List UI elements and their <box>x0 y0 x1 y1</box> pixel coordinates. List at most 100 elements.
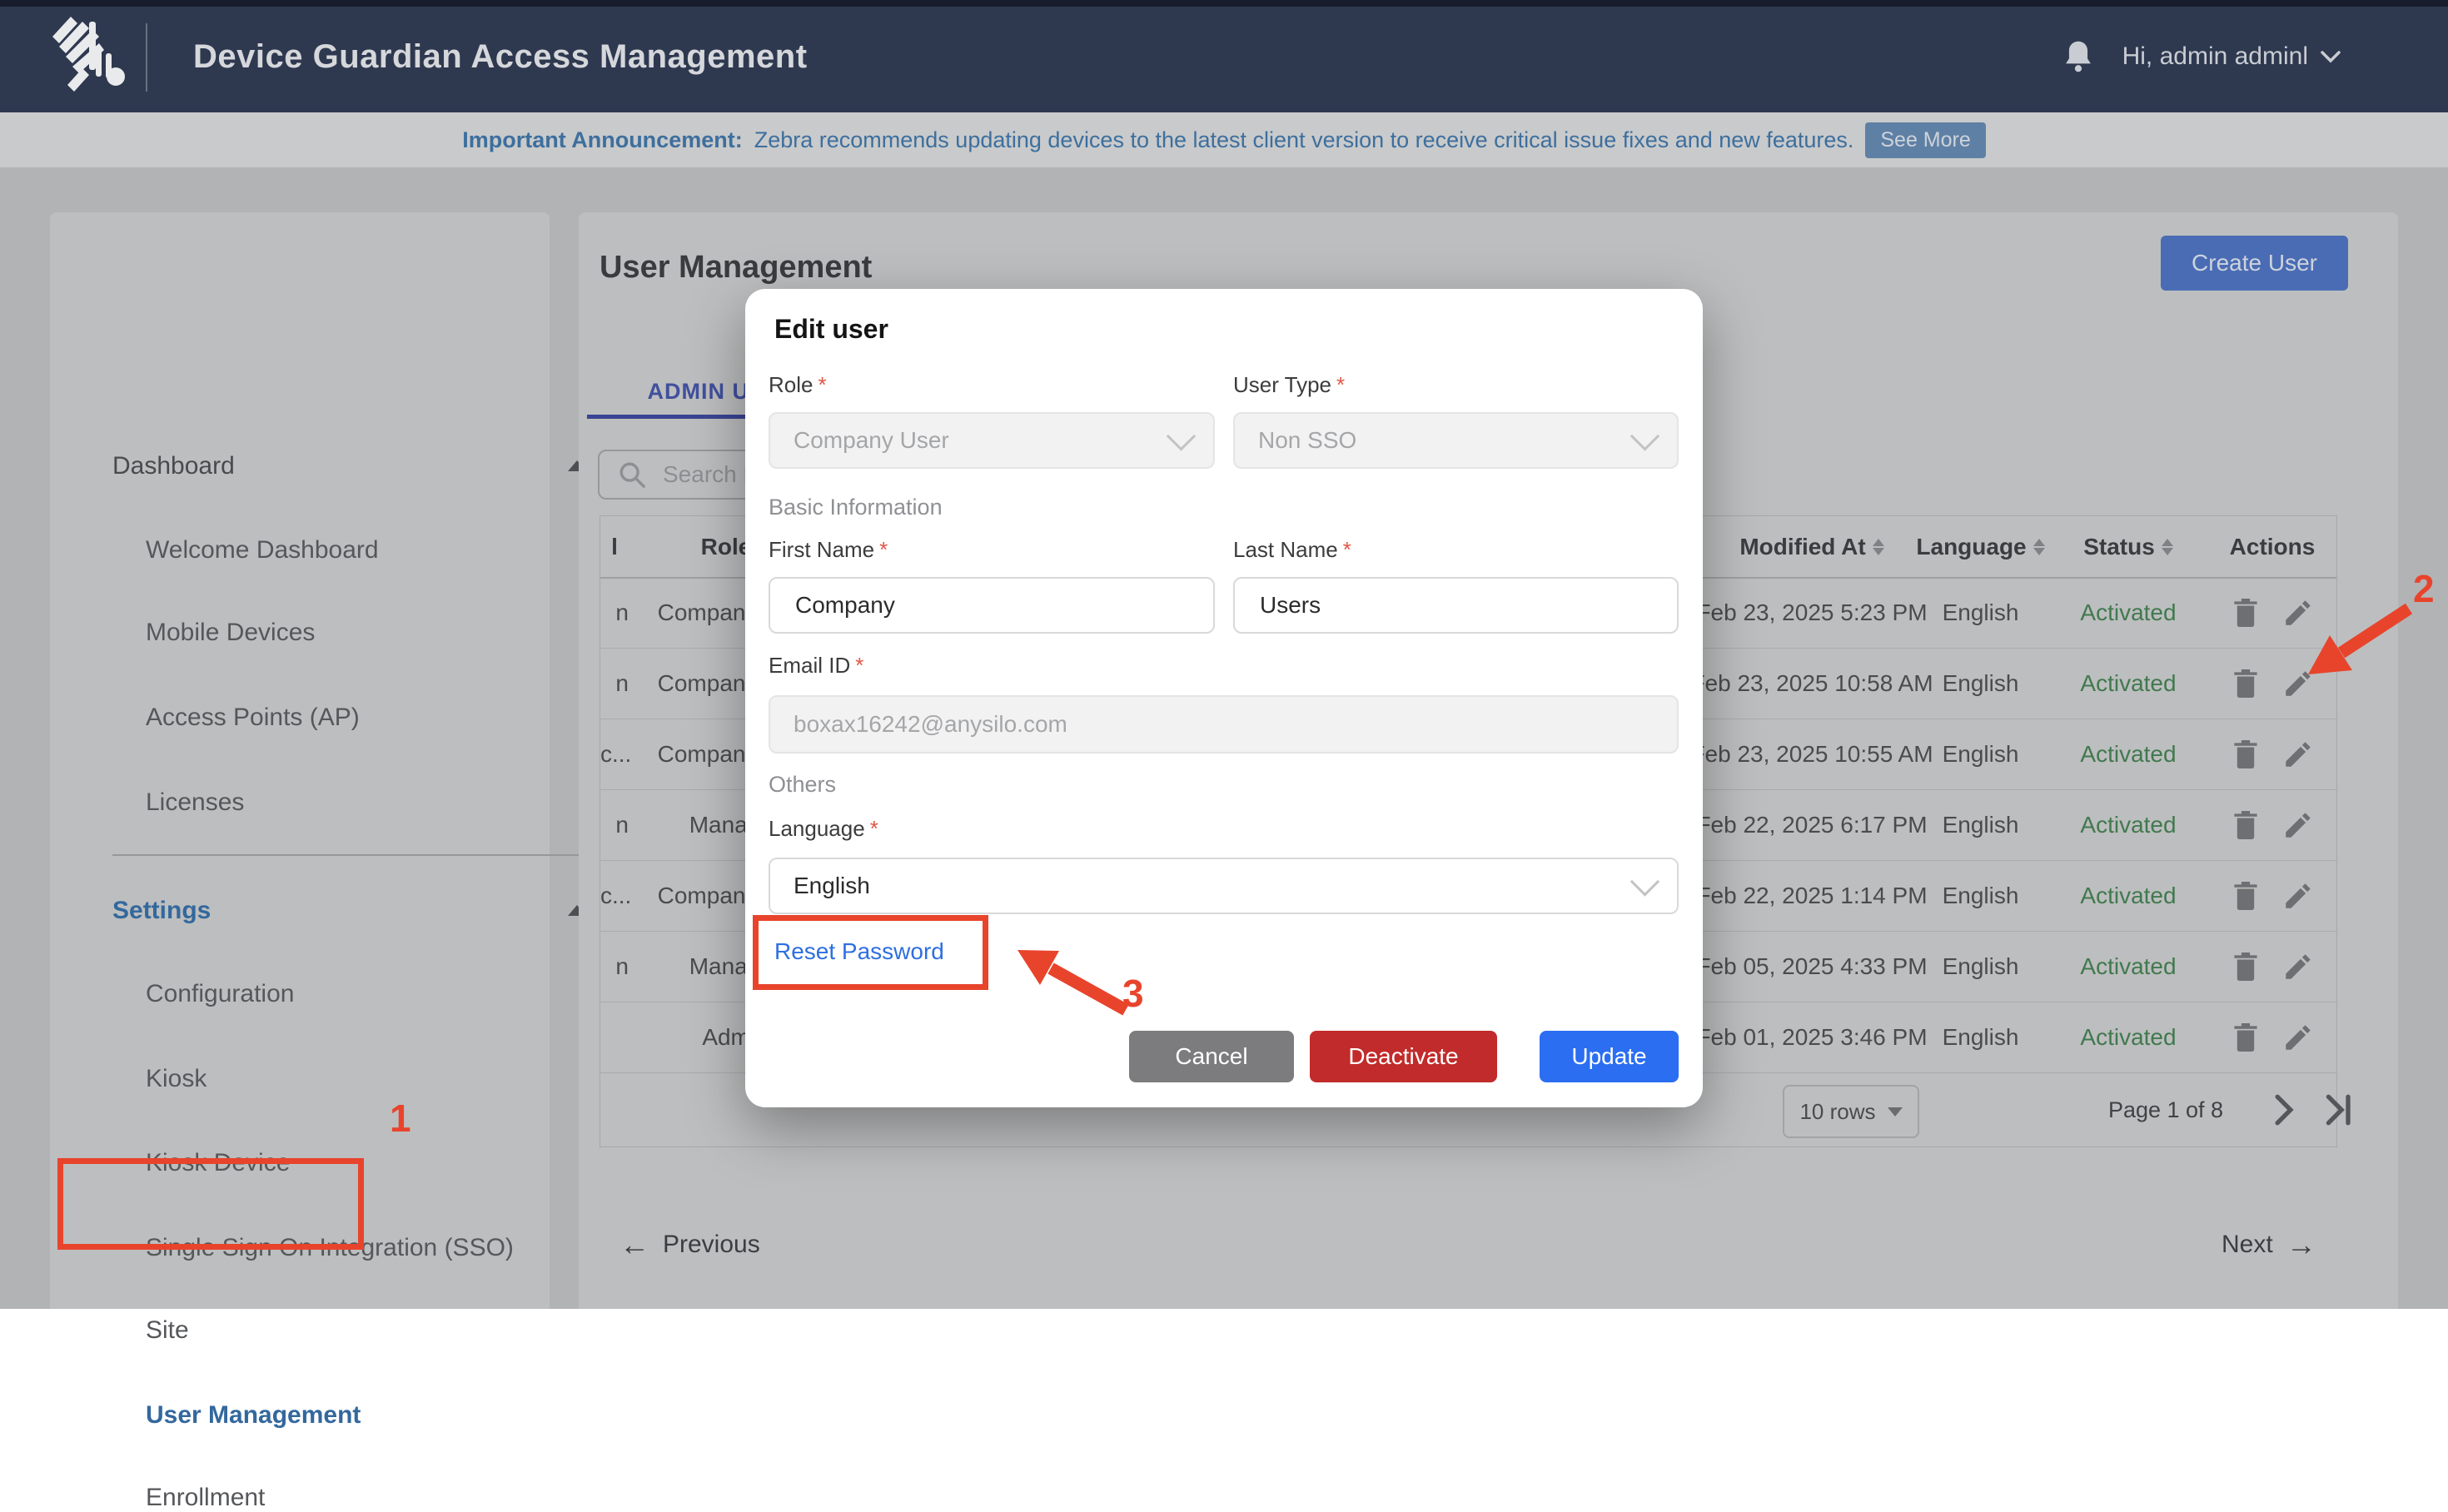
next-page-icon[interactable] <box>2270 1092 2298 1128</box>
cell-status: Activated <box>2074 953 2182 980</box>
cell-language: English <box>1941 670 2020 697</box>
basic-information-section-label: Basic Information <box>769 495 943 520</box>
sidebar-item-configuration[interactable]: Configuration <box>146 980 529 1008</box>
cell-language: English <box>1941 599 2020 626</box>
page-title: User Management <box>600 250 872 286</box>
sidebar-item-welcome-dashboard[interactable]: Welcome Dashboard <box>146 536 529 565</box>
edit-icon[interactable] <box>2283 598 2313 628</box>
edit-icon[interactable] <box>2283 1022 2313 1052</box>
cell-email-fragment: c... <box>600 741 629 768</box>
reset-password-link[interactable]: Reset Password <box>774 938 944 965</box>
cell-status: Activated <box>2074 741 2182 768</box>
cell-status: Activated <box>2074 599 2182 626</box>
announcement-text: Zebra recommends updating devices to the… <box>754 127 1854 153</box>
required-asterisk: * <box>818 372 826 397</box>
last-page-icon[interactable] <box>2322 1092 2356 1128</box>
sidebar-divider <box>112 854 579 856</box>
cell-actions <box>2207 1022 2337 1053</box>
sidebar-item-licenses[interactable]: Licenses <box>146 788 529 817</box>
edit-icon[interactable] <box>2283 810 2313 840</box>
cell-actions <box>2207 809 2337 841</box>
edit-icon[interactable] <box>2283 881 2313 911</box>
previous-label: Previous <box>663 1231 760 1259</box>
cell-actions <box>2207 668 2337 699</box>
column-header-language[interactable]: Language <box>1941 534 2020 560</box>
notification-bell-icon[interactable] <box>2062 39 2094 74</box>
see-more-button[interactable]: See More <box>1865 122 1985 158</box>
required-asterisk: * <box>855 653 863 678</box>
zebra-logo-icon <box>46 15 125 98</box>
sidebar-item-site[interactable]: Site <box>146 1316 529 1345</box>
role-select[interactable]: Company User <box>769 412 1215 469</box>
sort-icon[interactable] <box>2033 539 2045 555</box>
delete-icon[interactable] <box>2232 597 2260 629</box>
required-asterisk: * <box>1343 537 1351 562</box>
required-asterisk: * <box>870 816 878 841</box>
language-select[interactable]: English <box>769 858 1679 914</box>
delete-icon[interactable] <box>2232 739 2260 770</box>
sidebar-item-mobile-devices[interactable]: Mobile Devices <box>146 619 529 647</box>
delete-icon[interactable] <box>2232 668 2260 699</box>
email-label: Email ID* <box>769 653 863 679</box>
column-header-status[interactable]: Status <box>2074 534 2182 560</box>
cell-language: English <box>1941 812 2020 838</box>
cell-email-fragment: n <box>600 670 629 697</box>
sidebar-item-dashboard[interactable]: Dashboard <box>112 452 512 480</box>
sort-icon[interactable] <box>2162 539 2173 555</box>
sidebar-item-kiosk-device[interactable]: Kiosk Device <box>146 1149 529 1177</box>
user-type-label: User Type* <box>1233 372 1345 398</box>
role-value: Company User <box>794 427 949 454</box>
sidebar-item-access-points-ap-[interactable]: Access Points (AP) <box>146 704 529 732</box>
user-type-select[interactable]: Non SSO <box>1233 412 1679 469</box>
cell-actions <box>2207 951 2337 982</box>
next-label: Next <box>2222 1231 2273 1259</box>
cell-status: Activated <box>2074 670 2182 697</box>
delete-icon[interactable] <box>2232 880 2260 912</box>
rows-per-page-select[interactable]: 10 rows <box>1783 1085 1919 1138</box>
rows-per-page-label: 10 rows <box>1799 1099 1875 1125</box>
sidebar-item-user-management[interactable]: User Management <box>146 1401 529 1430</box>
cell-email-fragment: c... <box>600 883 629 909</box>
cell-modified-at: Feb 22, 2025 1:14 PM <box>1683 883 1941 909</box>
cell-modified-at: Feb 23, 2025 10:55 AM <box>1683 741 1941 768</box>
edit-icon[interactable] <box>2283 952 2313 982</box>
delete-icon[interactable] <box>2232 809 2260 841</box>
cell-language: English <box>1941 953 2020 980</box>
cell-modified-at: Feb 22, 2025 6:17 PM <box>1683 812 1941 838</box>
edit-icon[interactable] <box>2283 669 2313 699</box>
role-label: Role* <box>769 372 827 398</box>
cell-status: Activated <box>2074 812 2182 838</box>
arrow-left-icon: ← <box>619 1232 649 1257</box>
sidebar-item-enrollment[interactable]: Enrollment <box>146 1484 529 1512</box>
sort-icon[interactable] <box>1873 539 1884 555</box>
app-root: Device Guardian Access Management Hi, ad… <box>0 0 2448 1309</box>
update-button[interactable]: Update <box>1540 1031 1679 1082</box>
caret-down-icon <box>1888 1107 1903 1117</box>
delete-icon[interactable] <box>2232 1022 2260 1053</box>
last-name-input[interactable] <box>1258 591 1654 619</box>
sidebar-item-settings[interactable]: Settings <box>112 897 512 925</box>
cell-email-fragment: n <box>600 812 629 838</box>
cancel-button[interactable]: Cancel <box>1129 1031 1294 1082</box>
next-page-nav[interactable]: Next → <box>2222 1231 2316 1259</box>
delete-icon[interactable] <box>2232 951 2260 982</box>
cell-modified-at: Feb 05, 2025 4:33 PM <box>1683 953 1941 980</box>
cell-status: Activated <box>2074 1024 2182 1051</box>
previous-page-nav[interactable]: ← Previous <box>619 1231 760 1259</box>
deactivate-button[interactable]: Deactivate <box>1310 1031 1497 1082</box>
annotation-number-2: 2 <box>2413 566 2435 611</box>
sidebar-item-kiosk[interactable]: Kiosk <box>146 1065 529 1093</box>
user-menu[interactable]: Hi, admin adminl <box>2122 42 2341 71</box>
create-user-button[interactable]: Create User <box>2161 236 2348 291</box>
first-name-field-wrap <box>769 577 1215 634</box>
first-name-input[interactable] <box>794 591 1190 619</box>
column-header-modified-at[interactable]: Modified At <box>1683 534 1941 560</box>
arrow-right-icon: → <box>2286 1232 2316 1257</box>
language-label: Language* <box>769 816 878 842</box>
navbar-right-group: Hi, admin adminl <box>2062 0 2341 112</box>
edit-icon[interactable] <box>2283 739 2313 769</box>
cell-language: English <box>1941 883 2020 909</box>
last-name-field-wrap <box>1233 577 1679 634</box>
cell-language: English <box>1941 1024 2020 1051</box>
sidebar-item-single-sign-on-integration-sso-[interactable]: Single Sign On Integration (SSO) <box>146 1234 529 1262</box>
